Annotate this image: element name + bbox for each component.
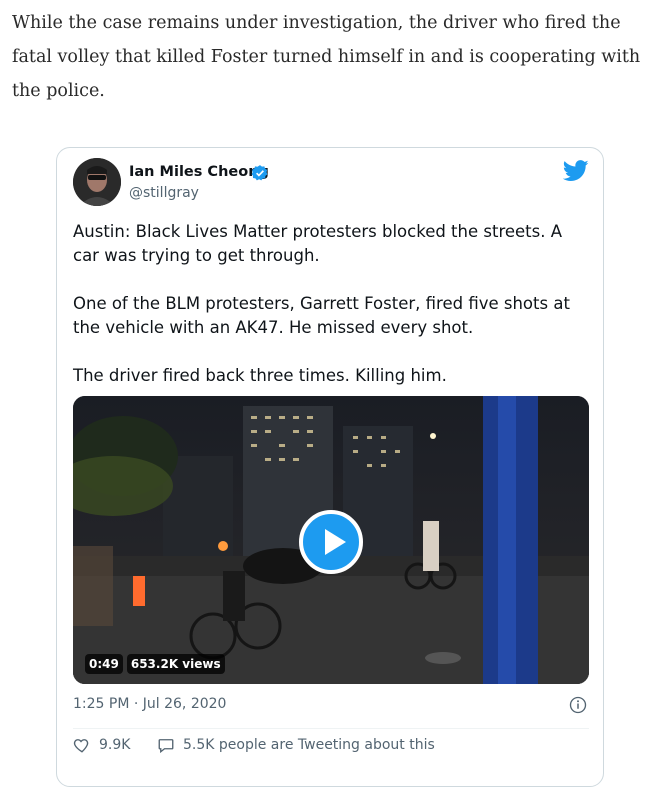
author-handle[interactable]: @stillgray [129, 185, 199, 201]
tweet-paragraph: One of the BLM protesters, Garrett Foste… [73, 294, 570, 337]
author-name[interactable]: Ian Miles Cheong [129, 164, 269, 180]
like-button[interactable]: 9.9K [73, 736, 130, 754]
twitter-bird-icon[interactable] [563, 160, 589, 182]
info-icon[interactable] [569, 696, 587, 714]
video-views: 653.2K views [126, 654, 225, 674]
like-count: 9.9K [99, 737, 131, 753]
divider [73, 728, 589, 729]
article-paragraph: While the case remains under investigati… [12, 13, 641, 101]
speech-bubble-icon [158, 739, 174, 754]
tweet-timestamp[interactable]: 1:25 PM · Jul 26, 2020 [73, 696, 226, 712]
play-icon [325, 529, 346, 555]
video-meta: 0:49 653.2K views [85, 654, 225, 674]
tweet-text: Austin: Black Lives Matter protesters bl… [73, 220, 593, 412]
reply-button[interactable]: 5.5K people are Tweeting about this [157, 736, 435, 754]
tweet-paragraph: The driver fired back three times. Killi… [73, 366, 447, 385]
replies-text: 5.5K people are Tweeting about this [183, 737, 435, 753]
video-duration: 0:49 [85, 654, 123, 674]
avatar[interactable] [73, 158, 121, 206]
verified-badge-icon [251, 165, 268, 181]
embedded-tweet[interactable]: Ian Miles Cheong @stillgray Austin: Blac… [56, 147, 604, 787]
tweet-paragraph: Austin: Black Lives Matter protesters bl… [73, 222, 563, 265]
video-player[interactable]: 0:49 653.2K views [73, 396, 589, 684]
heart-icon [73, 739, 89, 753]
play-button[interactable] [299, 510, 363, 574]
